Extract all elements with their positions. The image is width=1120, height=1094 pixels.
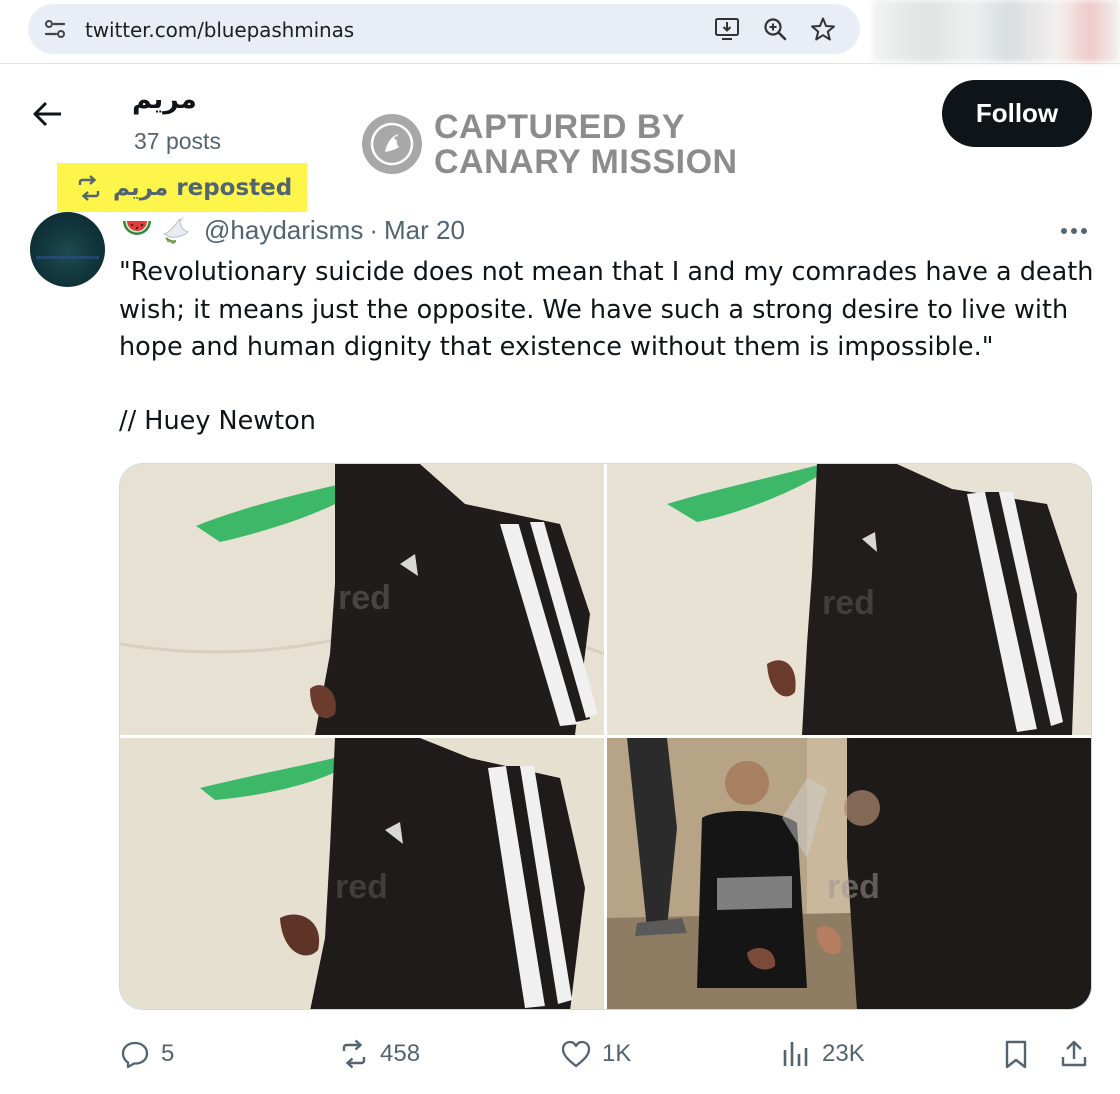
reply-count: 5 (161, 1040, 175, 1067)
zoom-icon[interactable] (762, 16, 788, 42)
canary-logo-icon (362, 114, 422, 174)
repost-action: reposted (176, 174, 293, 201)
media-image-2[interactable]: red (607, 464, 1091, 735)
repost-icon (78, 174, 100, 201)
repost-indicator: مريم reposted (57, 163, 307, 212)
browser-toolbar: twitter.com/bluepashminas (0, 0, 1120, 64)
red-media-watermark: red (338, 579, 391, 617)
repost-label[interactable]: مريم reposted (113, 175, 292, 201)
bookmark-button[interactable] (1000, 1032, 1032, 1076)
heart-icon (561, 1040, 591, 1068)
tweet-date[interactable]: Mar 20 (384, 215, 465, 246)
site-info-icon[interactable] (42, 16, 68, 42)
back-arrow-icon[interactable] (30, 96, 66, 132)
tweet-text-line: "Revolutionary suicide does not mean tha… (119, 257, 1094, 287)
repost-icon (342, 1039, 366, 1069)
red-media-watermark: red (335, 868, 388, 906)
like-count: 1K (602, 1040, 632, 1067)
install-app-icon[interactable] (714, 16, 740, 42)
follow-button[interactable]: Follow (942, 80, 1092, 147)
meta-separator: · (369, 214, 378, 245)
media-image-4[interactable]: red (607, 738, 1091, 1009)
media-image-1[interactable]: red (120, 464, 604, 735)
canary-mission-watermark: CAPTURED BY CANARY MISSION (362, 106, 742, 182)
profile-name: مريم (132, 84, 197, 115)
views-count: 23K (822, 1040, 865, 1067)
more-options-icon[interactable] (1056, 216, 1092, 246)
blurred-extensions (872, 0, 1120, 62)
watermark-line-2: CANARY MISSION (434, 143, 738, 181)
red-media-watermark: red (822, 584, 875, 622)
post-count: 37 posts (134, 128, 221, 154)
like-button[interactable]: 1K (560, 1032, 631, 1076)
tweet-attribution: // Huey Newton (119, 406, 316, 436)
share-icon (1061, 1040, 1087, 1067)
dove-emoji-icon (162, 217, 189, 244)
reply-icon (121, 1041, 149, 1069)
views-button[interactable]: 23K (780, 1032, 865, 1076)
repost-button[interactable]: 458 (338, 1032, 420, 1076)
tweet-header: @haydarisms · Mar 20 (120, 212, 465, 248)
tweet-text-line: wish; it means just the opposite. We hav… (119, 294, 1069, 325)
tweet-body: "Revolutionary suicide does not mean tha… (119, 254, 1109, 367)
views-chart-icon (783, 1042, 808, 1066)
bookmark-icon (1005, 1040, 1027, 1069)
red-media-watermark: red (827, 868, 880, 906)
url-text[interactable]: twitter.com/bluepashminas (85, 18, 354, 42)
repost-name[interactable]: مريم (113, 175, 168, 201)
watermark-line-1: CAPTURED BY (434, 108, 686, 146)
media-image-3[interactable]: red (120, 738, 604, 1009)
author-handle[interactable]: @haydarisms (204, 215, 363, 246)
address-bar[interactable]: twitter.com/bluepashminas (28, 4, 860, 54)
media-grid: red red red red (119, 463, 1092, 1010)
bookmark-star-icon[interactable] (810, 16, 836, 42)
repost-count: 458 (380, 1040, 421, 1067)
reply-button[interactable]: 5 (119, 1032, 174, 1076)
tweet-text-line: hope and human dignity that existence wi… (119, 332, 994, 362)
share-button[interactable] (1058, 1032, 1090, 1076)
watermelon-emoji-icon (123, 221, 151, 235)
author-avatar[interactable] (30, 212, 105, 287)
